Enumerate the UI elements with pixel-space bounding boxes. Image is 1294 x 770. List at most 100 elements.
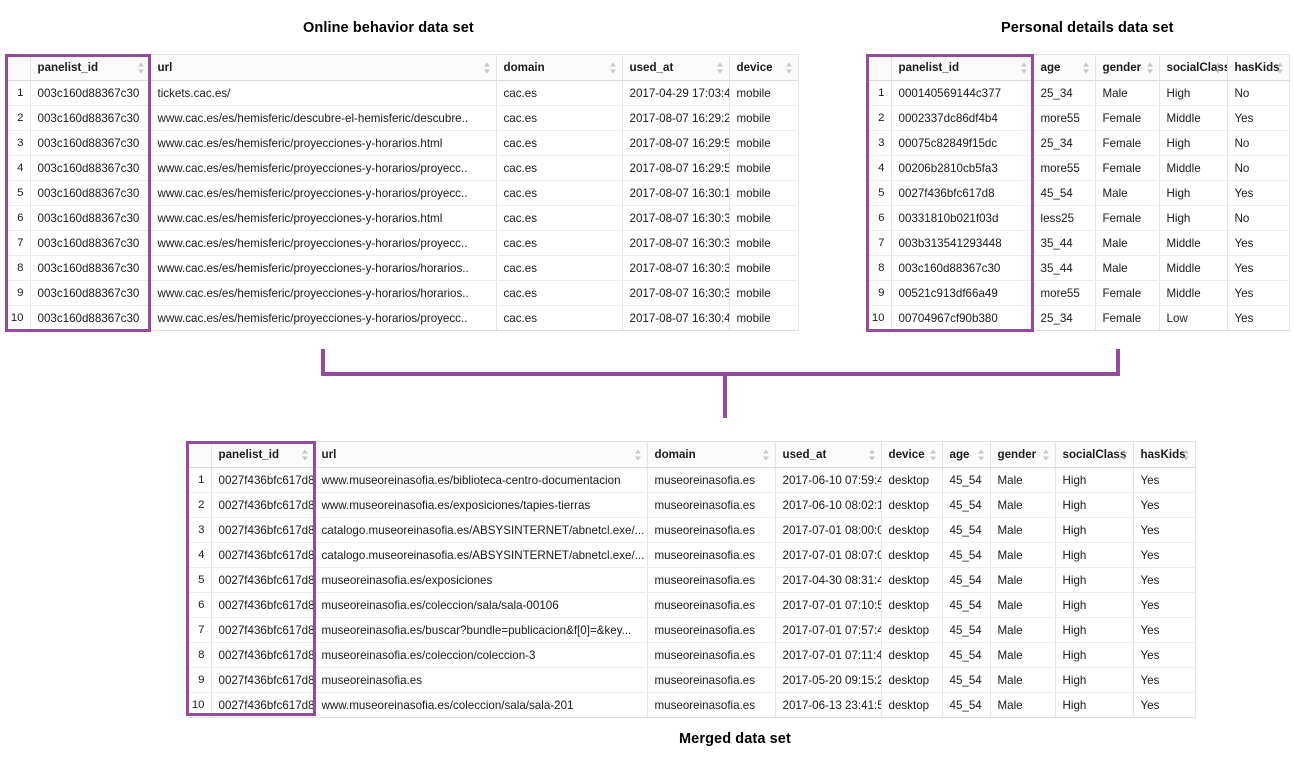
sort-arrows-icon[interactable] — [1183, 448, 1190, 461]
table-row[interactable]: 7003b31354129344835_44MaleMiddleYes — [866, 231, 1289, 256]
table-row[interactable]: 40027f436bfc617d8catalogo.museoreinasofi… — [186, 543, 1195, 568]
table-row[interactable]: 60027f436bfc617d8museoreinasofia.es/cole… — [186, 593, 1195, 618]
cell-url: museoreinasofia.es — [314, 668, 647, 693]
cell-device: mobile — [729, 256, 798, 281]
table-row[interactable]: 20027f436bfc617d8www.museoreinasofia.es/… — [186, 493, 1195, 518]
column-header-label: domain — [655, 448, 696, 461]
row-number-cell: 10 — [186, 693, 211, 718]
cell-panelist_id: 0027f436bfc617d8 — [211, 468, 314, 493]
cell-panelist_id: 00075c82849f15dc — [891, 131, 1033, 156]
sort-arrows-icon[interactable] — [1215, 61, 1222, 74]
sort-arrows-icon[interactable] — [930, 448, 937, 461]
merged-column-header-device[interactable]: device — [881, 442, 942, 468]
row-number-cell: 3 — [5, 131, 30, 156]
cell-device: desktop — [881, 593, 942, 618]
sort-arrows-icon[interactable] — [1043, 448, 1050, 461]
sort-arrows-icon[interactable] — [1021, 61, 1028, 74]
cell-panelist_id: 0027f436bfc617d8 — [211, 668, 314, 693]
cell-used_at: 2017-07-01 08:00:05 — [775, 518, 881, 543]
table-row[interactable]: 10027f436bfc617d8www.museoreinasofia.es/… — [186, 468, 1195, 493]
online-column-header-used_at[interactable]: used_at — [622, 55, 729, 81]
personal-column-header-gender[interactable]: gender — [1095, 55, 1159, 81]
row-number-cell: 9 — [5, 281, 30, 306]
table-row[interactable]: 20002337dc86df4b4more55FemaleMiddleYes — [866, 106, 1289, 131]
personal-column-header-age[interactable]: age — [1033, 55, 1095, 81]
sort-arrows-icon[interactable] — [1147, 61, 1154, 74]
cell-domain: museoreinasofia.es — [647, 643, 775, 668]
cell-url: www.cac.es/es/hemisferic/proyecciones-y-… — [150, 206, 496, 231]
sort-arrows-icon[interactable] — [610, 61, 617, 74]
cell-hasKids: Yes — [1227, 106, 1289, 131]
cell-url: museoreinasofia.es/exposiciones — [314, 568, 647, 593]
online-column-header-domain[interactable]: domain — [496, 55, 622, 81]
table-row[interactable]: 5003c160d88367c30www.cac.es/es/hemisferi… — [5, 181, 798, 206]
table-row[interactable]: 100027f436bfc617d8www.museoreinasofia.es… — [186, 693, 1195, 718]
sort-arrows-icon[interactable] — [763, 448, 770, 461]
row-number-cell: 4 — [5, 156, 30, 181]
sort-arrows-icon[interactable] — [302, 448, 309, 461]
personal-column-header-panelist_id[interactable]: panelist_id — [891, 55, 1033, 81]
cell-age: 45_54 — [942, 568, 990, 593]
table-row[interactable]: 600331810b021f03dless25FemaleHighNo — [866, 206, 1289, 231]
table-row[interactable]: 6003c160d88367c30www.cac.es/es/hemisferi… — [5, 206, 798, 231]
online-behavior-table: panelist_idurldomainused_atdevice 1003c1… — [5, 54, 799, 331]
cell-device: desktop — [881, 568, 942, 593]
cell-device: mobile — [729, 206, 798, 231]
cell-gender: Male — [990, 568, 1055, 593]
table-row[interactable]: 30027f436bfc617d8catalogo.museoreinasofi… — [186, 518, 1195, 543]
column-header-label: gender — [998, 448, 1037, 461]
table-row[interactable]: 1003c160d88367c30tickets.cac.es/cac.es20… — [5, 81, 798, 106]
table-row[interactable]: 9003c160d88367c30www.cac.es/es/hemisferi… — [5, 281, 798, 306]
table-row[interactable]: 300075c82849f15dc25_34FemaleHighNo — [866, 131, 1289, 156]
online-column-header-url[interactable]: url — [150, 55, 496, 81]
cell-panelist_id: 00704967cf90b380 — [891, 306, 1033, 331]
merged-column-header-socialClass[interactable]: socialClass — [1055, 442, 1133, 468]
table-row[interactable]: 2003c160d88367c30www.cac.es/es/hemisferi… — [5, 106, 798, 131]
table-row[interactable]: 400206b2810cb5fa3more55FemaleMiddleNo — [866, 156, 1289, 181]
cell-gender: Male — [990, 493, 1055, 518]
online-column-header-device[interactable]: device — [729, 55, 798, 81]
merged-column-header-url[interactable]: url — [314, 442, 647, 468]
sort-arrows-icon[interactable] — [1083, 61, 1090, 74]
table-row[interactable]: 80027f436bfc617d8museoreinasofia.es/cole… — [186, 643, 1195, 668]
sort-arrows-icon[interactable] — [717, 61, 724, 74]
merged-column-header-domain[interactable]: domain — [647, 442, 775, 468]
sort-arrows-icon[interactable] — [1277, 61, 1284, 74]
cell-domain: cac.es — [496, 81, 622, 106]
cell-domain: cac.es — [496, 256, 622, 281]
table-row[interactable]: 1000140569144c37725_34MaleHighNo — [866, 81, 1289, 106]
sort-arrows-icon[interactable] — [978, 448, 985, 461]
sort-arrows-icon[interactable] — [786, 61, 793, 74]
merged-column-header-hasKids[interactable]: hasKids — [1133, 442, 1195, 468]
table-row[interactable]: 50027f436bfc617d8museoreinasofia.es/expo… — [186, 568, 1195, 593]
cell-hasKids: Yes — [1133, 543, 1195, 568]
table-row[interactable]: 1000704967cf90b38025_34FemaleLowYes — [866, 306, 1289, 331]
table-row[interactable]: 50027f436bfc617d845_54MaleHighYes — [866, 181, 1289, 206]
table-row[interactable]: 7003c160d88367c30www.cac.es/es/hemisferi… — [5, 231, 798, 256]
sort-arrows-icon[interactable] — [869, 448, 876, 461]
table-row[interactable]: 90027f436bfc617d8museoreinasofia.esmuseo… — [186, 668, 1195, 693]
sort-arrows-icon[interactable] — [484, 61, 491, 74]
personal-column-header-socialClass[interactable]: socialClass — [1159, 55, 1227, 81]
cell-age: less25 — [1033, 206, 1095, 231]
table-row[interactable]: 10003c160d88367c30www.cac.es/es/hemisfer… — [5, 306, 798, 331]
table-row[interactable]: 3003c160d88367c30www.cac.es/es/hemisferi… — [5, 131, 798, 156]
cell-age: 35_44 — [1033, 231, 1095, 256]
merged-column-header-age[interactable]: age — [942, 442, 990, 468]
merged-column-header-gender[interactable]: gender — [990, 442, 1055, 468]
table-row[interactable]: 70027f436bfc617d8museoreinasofia.es/busc… — [186, 618, 1195, 643]
table-row[interactable]: 8003c160d88367c3035_44MaleMiddleYes — [866, 256, 1289, 281]
personal-column-header-hasKids[interactable]: hasKids — [1227, 55, 1289, 81]
sort-arrows-icon[interactable] — [635, 448, 642, 461]
table-row[interactable]: 4003c160d88367c30www.cac.es/es/hemisferi… — [5, 156, 798, 181]
sort-arrows-icon[interactable] — [138, 61, 145, 74]
online-column-header-panelist_id[interactable]: panelist_id — [30, 55, 150, 81]
cell-used_at: 2017-06-10 07:59:47 — [775, 468, 881, 493]
cell-socialClass: Middle — [1159, 281, 1227, 306]
table-row[interactable]: 900521c913df66a49more55FemaleMiddleYes — [866, 281, 1289, 306]
sort-arrows-icon[interactable] — [1121, 448, 1128, 461]
merged-column-header-used_at[interactable]: used_at — [775, 442, 881, 468]
merged-column-header-panelist_id[interactable]: panelist_id — [211, 442, 314, 468]
cell-age: more55 — [1033, 156, 1095, 181]
table-row[interactable]: 8003c160d88367c30www.cac.es/es/hemisferi… — [5, 256, 798, 281]
